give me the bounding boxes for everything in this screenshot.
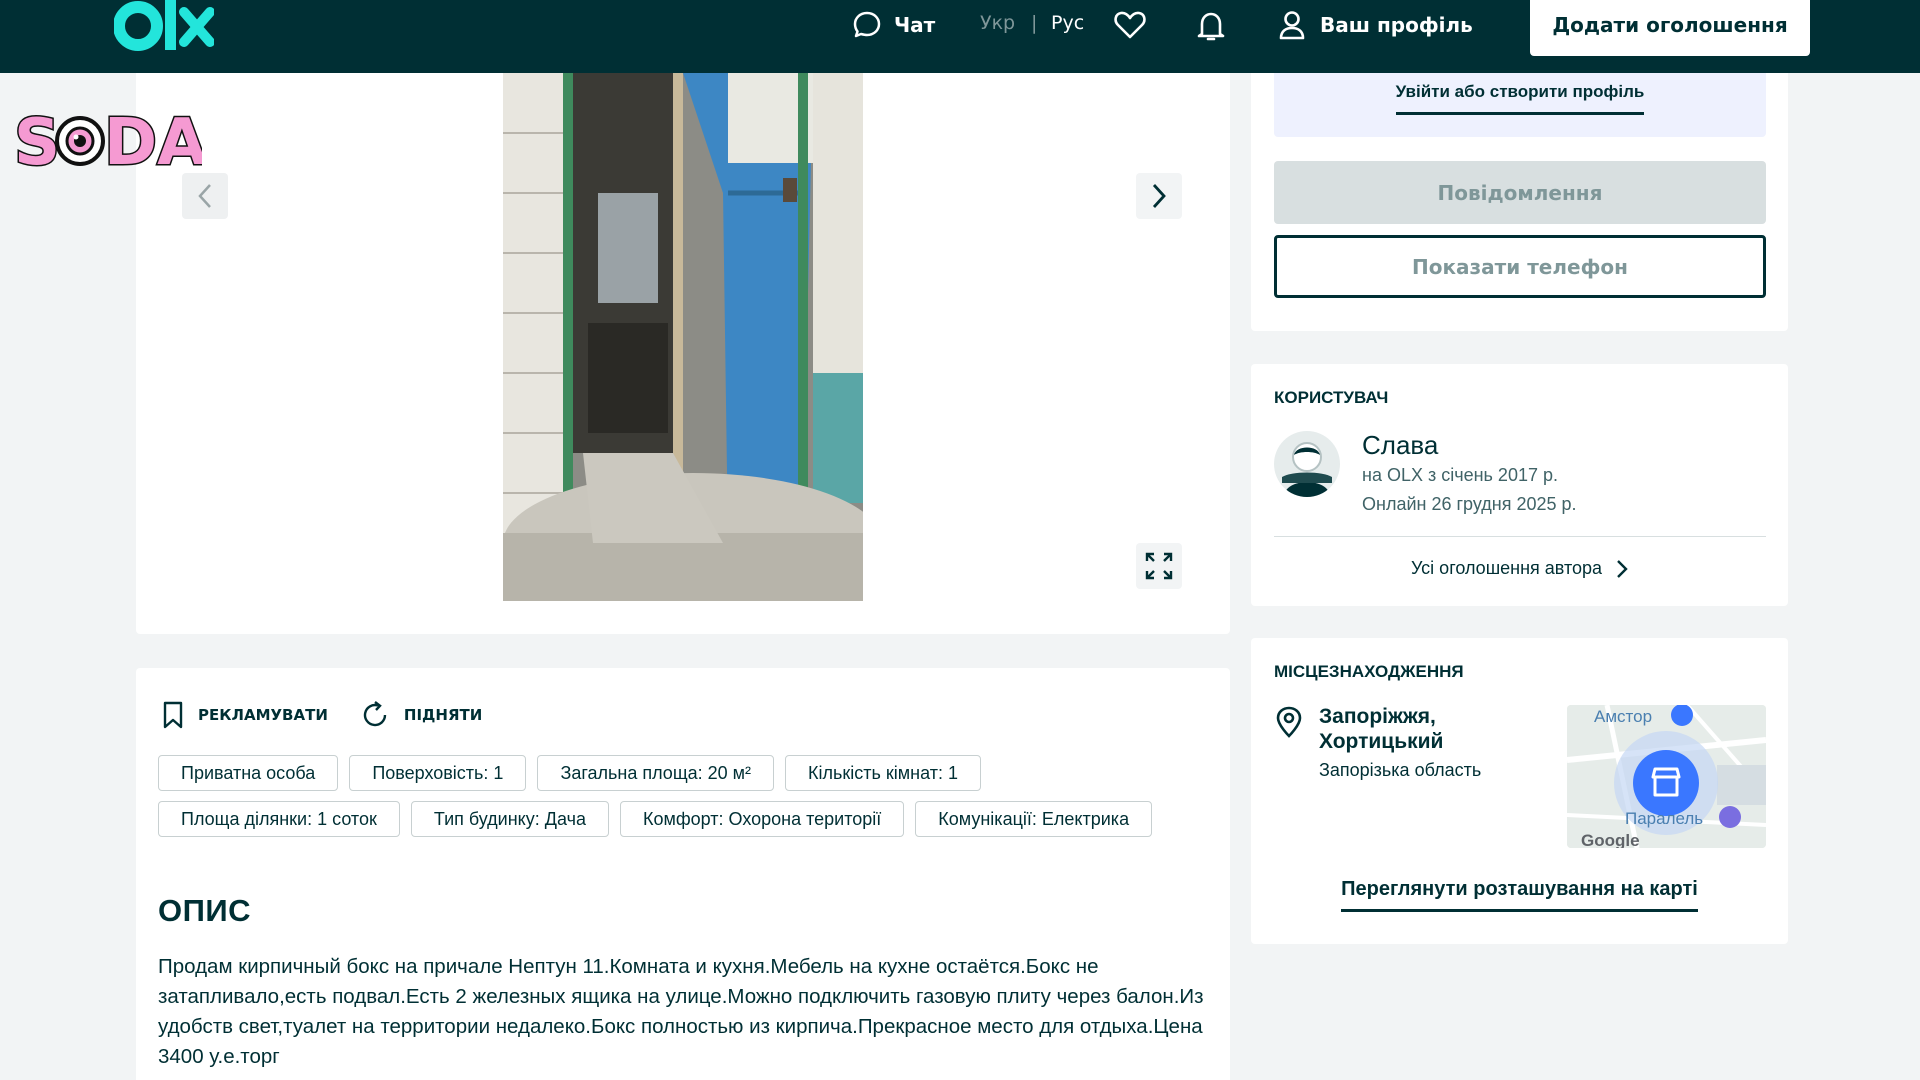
- chevron-left-icon: [198, 184, 211, 208]
- location-section-title: Місцезнаходження: [1274, 662, 1464, 681]
- promote-label: РЕКЛАМУВАТИ: [198, 706, 328, 724]
- tag-rooms: Кількість кімнат: 1: [785, 755, 981, 791]
- avatar[interactable]: [1274, 431, 1340, 497]
- contact-card: Увійти або створити профіль Повідомлення…: [1251, 73, 1788, 331]
- tag-seller-type: Приватна особа: [158, 755, 339, 791]
- olx-logo[interactable]: [113, 0, 215, 55]
- login-banner: Увійти або створити профіль: [1274, 73, 1766, 137]
- expand-icon: [1145, 552, 1173, 580]
- top-header: Чат Укр | Рус Ваш профіль Додати оголоше…: [0, 0, 1920, 73]
- chat-link[interactable]: Чат: [852, 0, 935, 50]
- location-city: Запоріжжя, Хортицький: [1319, 705, 1444, 753]
- user-name: Слава: [1362, 430, 1439, 460]
- profile-label: Ваш профіль: [1320, 13, 1473, 37]
- location-region: Запорізька область: [1319, 760, 1482, 780]
- message-button[interactable]: Повідомлення: [1274, 161, 1766, 224]
- photo-gallery: [136, 73, 1230, 634]
- show-phone-button[interactable]: Показати телефон: [1274, 235, 1766, 298]
- all-ads-label: Усі оголошення автора: [1410, 558, 1603, 578]
- tag-row: Площа ділянки: 1 соток Тип будинку: Дача…: [158, 801, 1218, 837]
- listing-actions: РЕКЛАМУВАТИ ПІДНЯТИ: [162, 700, 514, 730]
- raise-button[interactable]: ПІДНЯТИ: [360, 700, 482, 730]
- bookmark-icon: [163, 701, 183, 729]
- user-card: Користувач Слава на OLX з січень 2017 р.…: [1251, 364, 1788, 606]
- map-label-amstor: Амстор: [1594, 707, 1653, 726]
- user-member-since: на OLX з січень 2017 р.: [1362, 465, 1558, 485]
- chat-label: Чат: [894, 13, 936, 37]
- prev-photo-button[interactable]: [182, 173, 228, 219]
- lang-ukr[interactable]: Укр: [980, 12, 1015, 34]
- tag-total-area: Загальна площа: 20 м²: [537, 755, 775, 791]
- location-pin-icon: [1275, 706, 1303, 742]
- chevron-right-icon: [1152, 184, 1166, 208]
- fullscreen-button[interactable]: [1136, 543, 1182, 589]
- next-photo-button[interactable]: [1136, 173, 1182, 219]
- map-label-paralel: Паралель: [1625, 809, 1704, 828]
- svg-text:DA: DA: [104, 106, 202, 174]
- tag-plot-area: Площа ділянки: 1 соток: [158, 801, 400, 837]
- promote-button[interactable]: РЕКЛАМУВАТИ: [162, 701, 328, 729]
- tag-comfort: Комфорт: Охорона території: [619, 801, 905, 837]
- view-on-map-link[interactable]: Переглянути розташування на карті: [1251, 878, 1788, 912]
- add-ad-button[interactable]: Додати оголошення: [1530, 0, 1810, 56]
- all-author-ads-link[interactable]: Усі оголошення автора: [1251, 558, 1788, 579]
- raise-label: ПІДНЯТИ: [403, 706, 483, 724]
- refresh-icon: [363, 701, 387, 727]
- description-text: Продам кирпичный бокс на причале Нептун …: [158, 955, 1204, 1068]
- login-link[interactable]: Увійти або створити профіль: [1395, 77, 1645, 115]
- tag-house-type: Тип будинку: Дача: [410, 801, 609, 837]
- svg-text:S: S: [14, 106, 60, 174]
- listing-photo[interactable]: [503, 73, 863, 601]
- soda-watermark-logo: S DA: [12, 104, 209, 182]
- user-last-online: Онлайн 26 грудня 2025 р.: [1362, 494, 1577, 514]
- parameter-tags: Приватна особа Поверховість: 1 Загальна …: [158, 755, 1218, 847]
- location-card: Місцезнаходження Запоріжжя, Хортицький З…: [1251, 638, 1788, 944]
- divider: [1274, 536, 1766, 537]
- tag-utilities: Комунікації: Електрика: [915, 801, 1153, 837]
- chevron-right-icon: [1617, 559, 1628, 578]
- listing-details-card: РЕКЛАМУВАТИ ПІДНЯТИ Приватна особа Повер…: [136, 668, 1230, 1080]
- lang-separator: |: [1031, 12, 1038, 34]
- description-title: ОПИС: [158, 893, 252, 928]
- favorites-heart-icon[interactable]: [1114, 10, 1146, 44]
- map-preview[interactable]: Амстор Паралель Google: [1567, 705, 1766, 848]
- map-google-label: Google: [1581, 831, 1640, 848]
- map-link-label: Переглянути розташування на карті: [1341, 878, 1698, 912]
- chat-icon: [853, 11, 881, 38]
- notifications-bell-icon[interactable]: [1196, 10, 1226, 46]
- tag-floors: Поверховість: 1: [349, 755, 527, 791]
- tag-row: Приватна особа Поверховість: 1 Загальна …: [158, 755, 1218, 791]
- profile-link[interactable]: Ваш профіль: [1278, 0, 1473, 50]
- user-icon: [1279, 11, 1305, 40]
- lang-rus[interactable]: Рус: [1051, 12, 1084, 34]
- user-section-title: Користувач: [1274, 388, 1389, 407]
